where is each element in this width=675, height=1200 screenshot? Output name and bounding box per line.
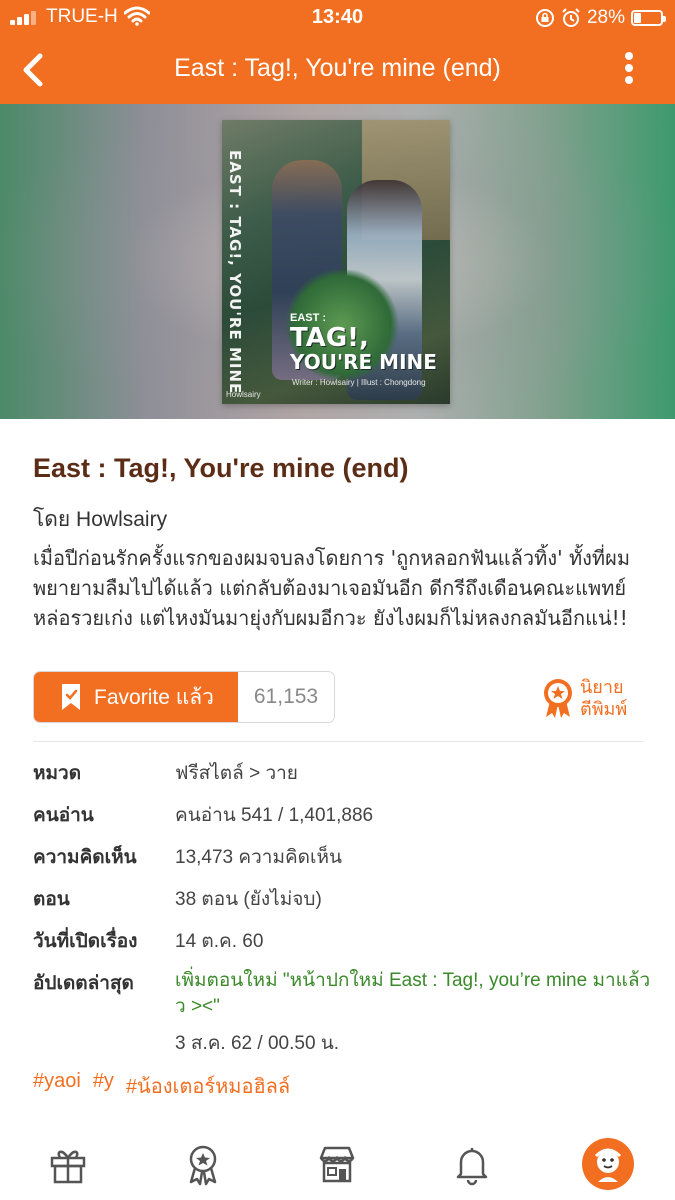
favorite-label: Favorite แล้ว [94, 685, 214, 709]
update-date: 3 ส.ค. 62 / 00.50 น. [175, 1033, 340, 1054]
cover-vertical-title: EAST : TAG!, YOU'RE MINE [226, 150, 244, 395]
favorite-bookmark-icon [62, 684, 81, 710]
cover-author: Howlsairy [226, 390, 261, 399]
info-label: ตอน [33, 889, 70, 910]
tag-link[interactable]: #yaoi [33, 1070, 81, 1102]
tag-link[interactable]: #น้องเตอร์หมอฮิลล์ [126, 1070, 290, 1102]
info-row-chapters: ตอน 38 ตอน (ยังไม่จบ) [33, 882, 653, 924]
status-right: 28% [535, 6, 666, 30]
info-value[interactable]: 13,473 ความคิดเห็น [175, 842, 342, 872]
author-byline[interactable]: โดย Howlsairy [33, 503, 167, 536]
published-badge: นิยาย ตีพิมพ์ [540, 676, 627, 720]
page-title: East : Tag!, You're mine (end) [174, 54, 501, 82]
cover-title-main: TAG!, YOU'RE MINE [290, 323, 437, 374]
divider [33, 741, 643, 742]
latest-update-link[interactable]: เพิ่มตอนใหม่ "หน้าปกใหม่ East : Tag!, yo… [175, 968, 655, 1020]
favorite-control: Favorite แล้ว 61,153 [33, 671, 335, 723]
story-synopsis: เมื่อปีก่อนรักครั้งแรกของผมจบลงโดยการ 'ถ… [33, 546, 631, 630]
rotation-lock-icon [535, 9, 554, 27]
battery-icon [631, 10, 666, 26]
favorite-count: 61,153 [238, 672, 334, 722]
story-info-table: หมวด ฟรีสไตล์ > วาย คนอ่าน คนอ่าน 541 / … [33, 756, 653, 1066]
info-row-opened: วันที่เปิดเรื่อง 14 ต.ค. 60 [33, 924, 653, 966]
ribbon-award-icon [544, 679, 572, 718]
bell-icon[interactable] [446, 1138, 498, 1190]
tag-link[interactable]: #y [93, 1070, 114, 1102]
cover-image[interactable]: EAST : TAG!, YOU'RE MINE EAST : TAG!, YO… [222, 120, 450, 404]
bottom-tab-bar [0, 1130, 675, 1200]
profile-icon[interactable] [582, 1138, 634, 1190]
info-value[interactable]: ฟรีสไตล์ > วาย [175, 758, 298, 788]
info-value: 14 ต.ค. 60 [175, 931, 264, 952]
info-row-comments: ความคิดเห็น 13,473 ความคิดเห็น [33, 840, 653, 882]
status-bar: TRUE-H 13:40 28% [0, 0, 675, 36]
more-options-button[interactable] [623, 52, 635, 88]
badge-line1: นิยาย [580, 677, 624, 697]
gift-icon[interactable] [42, 1138, 94, 1190]
badge-line2: ตีพิมพ์ [580, 699, 628, 719]
alarm-icon [562, 8, 580, 27]
info-label: อัปเดตล่าสุด [33, 973, 134, 994]
info-row-category: หมวด ฟรีสไตล์ > วาย [33, 756, 653, 798]
info-value: 38 ตอน (ยังไม่จบ) [175, 889, 322, 910]
info-label: ความคิดเห็น [33, 847, 137, 868]
info-label: คนอ่าน [33, 805, 94, 826]
battery-percent: 28% [586, 7, 625, 28]
info-label: วันที่เปิดเรื่อง [33, 931, 138, 952]
tag-list: #yaoi #y #น้องเตอร์หมอฮิลล์ [33, 1070, 290, 1102]
back-button[interactable] [14, 48, 54, 92]
store-icon[interactable] [311, 1138, 363, 1190]
cover-credit: Writer : Howlsairy | Illust : Chongdong [292, 378, 426, 387]
story-title: East : Tag!, You're mine (end) [33, 453, 409, 483]
top-bar: TRUE-H 13:40 28% East : Tag!, You're min… [0, 0, 675, 104]
info-value: คนอ่าน 541 / 1,401,886 [175, 805, 374, 826]
award-icon[interactable] [177, 1138, 229, 1190]
info-row-readers: คนอ่าน คนอ่าน 541 / 1,401,886 [33, 798, 653, 840]
favorite-button[interactable]: Favorite แล้ว [34, 672, 238, 722]
info-row-updated: อัปเดตล่าสุด เพิ่มตอนใหม่ "หน้าปกใหม่ Ea… [33, 966, 653, 1066]
info-label: หมวด [33, 763, 82, 784]
